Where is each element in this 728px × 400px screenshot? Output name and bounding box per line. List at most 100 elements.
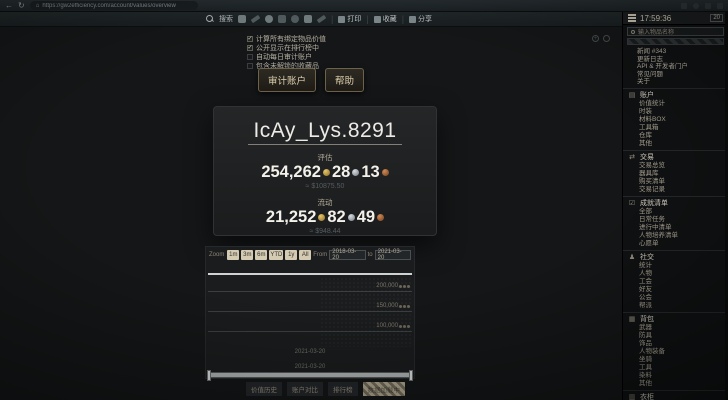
profile-icon[interactable]: [693, 3, 699, 9]
zoom-out-icon[interactable]: [603, 35, 610, 42]
sidebar-link[interactable]: API & 开发者门户: [637, 63, 728, 71]
search-label[interactable]: 搜索: [219, 14, 233, 24]
extensions-icon[interactable]: [681, 3, 687, 9]
sync-icon[interactable]: [265, 15, 273, 23]
browser-toolbar: 搜索 | 打印 | 收藏 | 分享: [0, 12, 622, 27]
bag-icon[interactable]: [278, 15, 286, 23]
gold-coin-icon: [318, 214, 325, 221]
user-icon: ♟: [628, 254, 636, 261]
sidebar-item[interactable]: 染料: [623, 372, 728, 380]
section-label: 社交: [640, 252, 654, 262]
sidebar-item[interactable]: 器具库: [623, 170, 728, 178]
value-history-chart: Zoom 1m 3m 6m YTD 1y All From 2018-03-20…: [205, 246, 415, 379]
sidebar-section-achievements: ☑ 成就清单 全部 日常任务 进行中清单 人物培养清单 心愿单: [623, 196, 728, 248]
sidebar-item[interactable]: 交易记录: [623, 186, 728, 194]
zoom-in-icon[interactable]: +: [592, 35, 599, 42]
sidebar-item[interactable]: 武器: [623, 324, 728, 332]
section-header[interactable]: ▦ 背包: [623, 315, 728, 324]
sidebar-item[interactable]: 材料BOX: [623, 116, 728, 124]
from-label: From: [313, 252, 327, 258]
range-button-ytd[interactable]: YTD: [269, 250, 283, 260]
page-zoom-controls: +: [592, 35, 610, 42]
checkbox-unchecked-icon[interactable]: ✓: [247, 63, 253, 69]
url-bar[interactable]: ⌂ https://gw2efficiency.com/account/valu…: [30, 1, 198, 10]
action-buttons: 审计账户 帮助: [258, 68, 364, 92]
sidebar-top-links: 新闻 #343 更新日志 API & 开发者门户 常见问题 关于: [637, 48, 728, 86]
wrench-icon[interactable]: [317, 15, 327, 23]
sidebar-link[interactable]: 新闻 #343: [637, 48, 728, 56]
sidebar-link[interactable]: 关于: [637, 78, 728, 86]
navigator-handle-right[interactable]: [409, 370, 413, 381]
sidebar-item[interactable]: 人物装备: [623, 348, 728, 356]
sidebar-item[interactable]: 工具箱: [623, 124, 728, 132]
range-button-1y[interactable]: 1y: [285, 250, 297, 260]
sidebar-item[interactable]: 坐骑: [623, 356, 728, 364]
sidebar-item[interactable]: 仓库: [623, 132, 728, 140]
favorite-button[interactable]: 收藏: [374, 14, 397, 24]
tab-loading[interactable]: 数据加载中: [363, 382, 406, 396]
range-button-3m[interactable]: 3m: [241, 250, 253, 260]
sidebar-item[interactable]: 统计: [623, 262, 728, 270]
section-header[interactable]: ▤ 账户: [623, 91, 728, 100]
back-icon[interactable]: ←: [5, 2, 13, 10]
checkbox-checked-icon[interactable]: ✓: [247, 36, 253, 42]
print-button[interactable]: 打印: [338, 14, 361, 24]
downloads-icon[interactable]: [705, 3, 711, 9]
sidebar-item[interactable]: 人物培养清单: [623, 232, 728, 240]
sidebar-item[interactable]: 人物: [623, 270, 728, 278]
print-label: 打印: [347, 14, 361, 24]
menu-icon[interactable]: [717, 3, 723, 9]
sidebar-search-input[interactable]: 输入物品名称: [627, 27, 724, 36]
sidebar-item[interactable]: 帮派: [623, 302, 728, 310]
audit-account-button[interactable]: 审计账户: [258, 68, 316, 92]
phone-icon[interactable]: [291, 15, 299, 23]
sidebar-item[interactable]: 日常任务: [623, 216, 728, 224]
sidebar-item[interactable]: 交易总览: [623, 162, 728, 170]
search-icon[interactable]: [206, 15, 214, 23]
section-header[interactable]: ⇄ 交易: [623, 153, 728, 162]
sidebar-item[interactable]: 饰品: [623, 340, 728, 348]
section-header[interactable]: ▥ 衣柜: [623, 393, 728, 400]
tab-account-compare[interactable]: 账户对比: [287, 382, 323, 396]
grid-icon[interactable]: [238, 15, 246, 23]
sidebar-item[interactable]: 防具: [623, 332, 728, 340]
navigator-handle-left[interactable]: [207, 370, 211, 381]
camera-icon[interactable]: [304, 15, 312, 23]
hamburger-icon[interactable]: [628, 14, 636, 22]
sidebar-item[interactable]: 公会: [623, 294, 728, 302]
sidebar-item[interactable]: 购买清单: [623, 178, 728, 186]
sidebar-item[interactable]: 其他: [623, 380, 728, 388]
reload-icon[interactable]: ↻: [18, 2, 25, 10]
help-button[interactable]: 帮助: [325, 68, 364, 92]
sidebar-item[interactable]: 工会: [623, 278, 728, 286]
tab-value-history[interactable]: 价值历史: [246, 382, 282, 396]
sidebar-item[interactable]: 其他: [623, 140, 728, 148]
sidebar-section-trading: ⇄ 交易 交易总览 器具库 购买清单 交易记录: [623, 150, 728, 194]
copper-coin-icon: [377, 214, 384, 221]
pencil-icon[interactable]: [251, 15, 261, 23]
home-icon[interactable]: ⌂: [36, 3, 40, 9]
checkbox-unchecked-icon[interactable]: ✓: [247, 54, 253, 60]
section-label: 衣柜: [640, 392, 654, 400]
range-button-all[interactable]: All: [299, 250, 311, 260]
sidebar-item[interactable]: 价值统计: [623, 100, 728, 108]
section-header[interactable]: ♟ 社交: [623, 253, 728, 262]
range-button-6m[interactable]: 6m: [255, 250, 267, 260]
bookmark-icon: [374, 16, 381, 23]
share-button[interactable]: 分享: [409, 14, 432, 24]
sidebar-item[interactable]: 时装: [623, 108, 728, 116]
checkbox-checked-icon[interactable]: ✓: [247, 45, 253, 51]
sidebar-item[interactable]: 心愿单: [623, 240, 728, 248]
range-button-1m[interactable]: 1m: [227, 250, 239, 260]
sidebar-item[interactable]: 进行中清单: [623, 224, 728, 232]
to-date-input[interactable]: 2021-03-20: [375, 250, 411, 260]
sidebar-link[interactable]: 常见问题: [637, 71, 728, 79]
tab-leaderboard[interactable]: 排行榜: [328, 382, 358, 396]
sidebar-item[interactable]: 好友: [623, 286, 728, 294]
sidebar-item[interactable]: 工具: [623, 364, 728, 372]
section-header[interactable]: ☑ 成就清单: [623, 199, 728, 208]
sidebar-item[interactable]: 全部: [623, 208, 728, 216]
from-date-input[interactable]: 2018-03-20: [329, 250, 365, 260]
sidebar-link[interactable]: 更新日志: [637, 56, 728, 64]
chart-navigator[interactable]: [208, 372, 412, 378]
